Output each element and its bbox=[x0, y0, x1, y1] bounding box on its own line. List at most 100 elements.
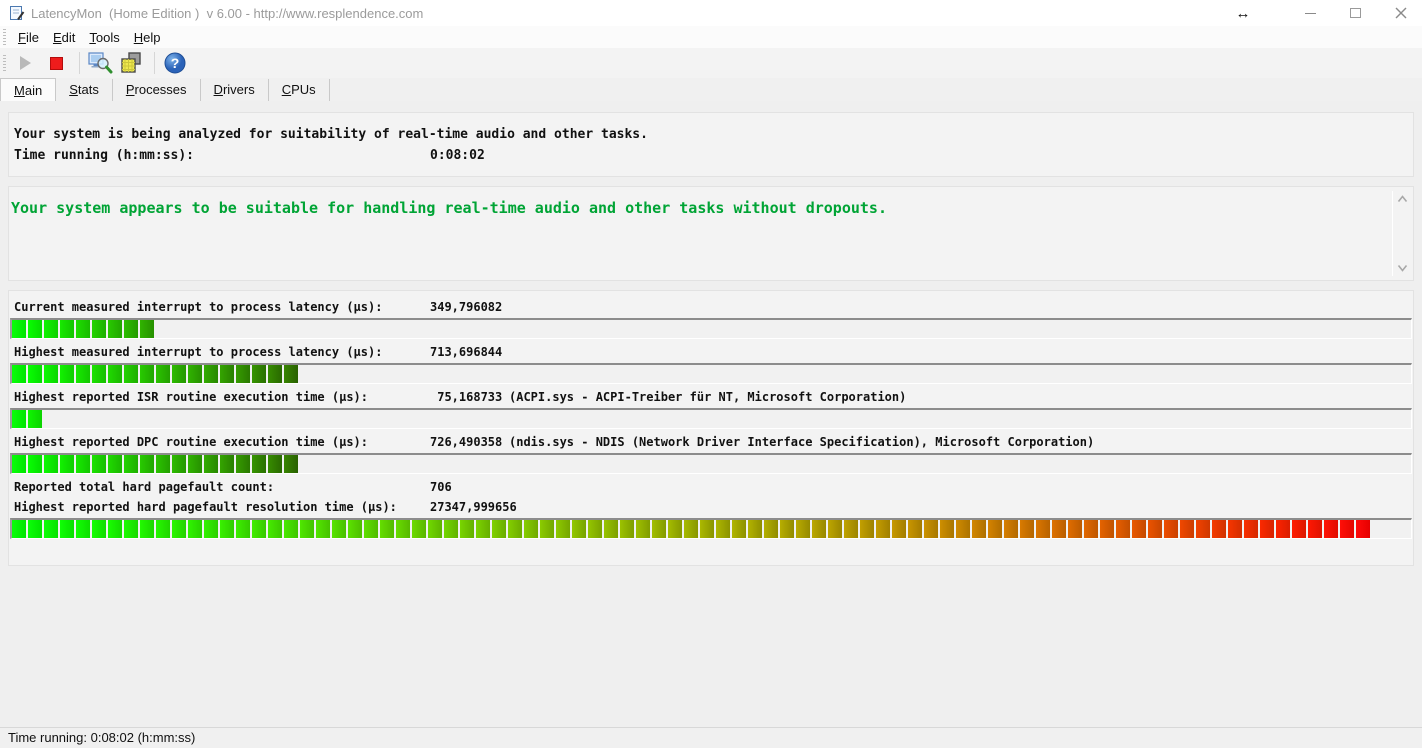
stop-icon bbox=[49, 56, 63, 70]
menu-item-tools[interactable]: Tools bbox=[82, 28, 126, 47]
bar-segment bbox=[28, 410, 42, 428]
bar-segment bbox=[636, 520, 650, 538]
bar-segment bbox=[12, 520, 26, 538]
bar-segment bbox=[972, 520, 986, 538]
bar-segment bbox=[668, 520, 682, 538]
bar-segment bbox=[364, 520, 378, 538]
bar-segment bbox=[332, 520, 346, 538]
bar-segment bbox=[1132, 520, 1146, 538]
bar-segment bbox=[556, 520, 570, 538]
tab-drivers[interactable]: Drivers bbox=[201, 79, 269, 101]
maximize-button[interactable] bbox=[1338, 0, 1372, 26]
bar-segment bbox=[284, 455, 298, 473]
tab-cpus[interactable]: CPUs bbox=[269, 79, 330, 101]
tab-main[interactable]: Main bbox=[0, 78, 57, 101]
bar-segment bbox=[60, 520, 74, 538]
bar-segment bbox=[172, 455, 186, 473]
bar-segment bbox=[44, 320, 58, 338]
bar-segment bbox=[92, 365, 106, 383]
bar-segment bbox=[28, 520, 42, 538]
bar-segment bbox=[108, 365, 122, 383]
bar-segment bbox=[60, 320, 74, 338]
bar-segment bbox=[1340, 520, 1354, 538]
bar-segment bbox=[380, 520, 394, 538]
bar-segment bbox=[348, 520, 362, 538]
scroll-up-icon[interactable] bbox=[1397, 195, 1408, 203]
bar-segment bbox=[12, 455, 26, 473]
minimize-button[interactable] bbox=[1293, 0, 1327, 26]
bar-segment bbox=[396, 520, 410, 538]
bar-segment bbox=[316, 520, 330, 538]
help-button[interactable]: ? bbox=[161, 50, 189, 76]
latency-bar bbox=[10, 408, 1412, 429]
metric-row: Current measured interrupt to process la… bbox=[9, 300, 1413, 339]
bar-segment bbox=[812, 520, 826, 538]
app-icon bbox=[10, 6, 25, 21]
bar-segment bbox=[444, 520, 458, 538]
menu-item-edit[interactable]: Edit bbox=[46, 28, 82, 47]
bar-segment bbox=[60, 365, 74, 383]
close-button[interactable] bbox=[1384, 0, 1418, 26]
maximize-icon bbox=[1349, 8, 1361, 18]
menu-item-file[interactable]: File bbox=[11, 28, 46, 47]
bar-segment bbox=[140, 320, 154, 338]
bar-segment bbox=[732, 520, 746, 538]
bar-segment bbox=[1036, 520, 1050, 538]
statusbar: Time running: 0:08:02 (h:mm:ss) bbox=[0, 727, 1422, 748]
bar-segment bbox=[76, 365, 90, 383]
tab-processes[interactable]: Processes bbox=[113, 79, 201, 101]
suitability-report-panel: Your system appears to be suitable for h… bbox=[8, 186, 1414, 281]
copy-report-button[interactable] bbox=[117, 50, 145, 76]
resize-handle-icon[interactable]: ↔ bbox=[1226, 0, 1260, 26]
bar-segment bbox=[1356, 520, 1370, 538]
bar-segment bbox=[140, 520, 154, 538]
tabstrip: Main Stats Processes Drivers CPUs bbox=[0, 78, 1422, 101]
latencymon-window: LatencyMon (Home Edition ) v 6.00 - http… bbox=[0, 0, 1422, 748]
bar-segment bbox=[460, 520, 474, 538]
bar-segment bbox=[1052, 520, 1066, 538]
metrics-panel: Current measured interrupt to process la… bbox=[8, 290, 1414, 566]
bar-segment bbox=[1180, 520, 1194, 538]
latency-bar bbox=[10, 518, 1412, 539]
metric-label: Highest reported ISR routine execution t… bbox=[14, 390, 369, 404]
bar-segment bbox=[172, 365, 186, 383]
bar-segment bbox=[1100, 520, 1114, 538]
bar-segment bbox=[60, 455, 74, 473]
bar-segment bbox=[44, 455, 58, 473]
bar-segment bbox=[236, 520, 250, 538]
scroll-down-icon[interactable] bbox=[1397, 264, 1408, 272]
bar-segment bbox=[76, 520, 90, 538]
bar-segment bbox=[1004, 520, 1018, 538]
latency-bar bbox=[10, 363, 1412, 384]
bar-segment bbox=[284, 520, 298, 538]
bar-segment bbox=[1308, 520, 1322, 538]
computer-magnifier-icon bbox=[88, 52, 113, 74]
bar-segment bbox=[1196, 520, 1210, 538]
bar-segment bbox=[492, 520, 506, 538]
bar-segment bbox=[300, 520, 314, 538]
bar-segment bbox=[252, 365, 266, 383]
bar-segment bbox=[428, 520, 442, 538]
start-monitor-button[interactable] bbox=[11, 50, 39, 76]
bar-segment bbox=[652, 520, 666, 538]
svg-text:?: ? bbox=[171, 55, 180, 71]
bar-segment bbox=[924, 520, 938, 538]
bar-segment bbox=[92, 455, 106, 473]
bar-segment bbox=[828, 520, 842, 538]
bar-segment bbox=[620, 520, 634, 538]
bar-segment bbox=[588, 520, 602, 538]
analyze-button[interactable] bbox=[86, 50, 114, 76]
bar-segment bbox=[844, 520, 858, 538]
report-scrollbar[interactable] bbox=[1392, 191, 1410, 276]
tab-stats[interactable]: Stats bbox=[56, 79, 113, 101]
bar-segment bbox=[44, 365, 58, 383]
menu-item-help[interactable]: Help bbox=[127, 28, 168, 47]
bar-segment bbox=[236, 455, 250, 473]
bar-segment bbox=[1020, 520, 1034, 538]
metric-text-line: Highest reported hard pagefault resoluti… bbox=[14, 500, 1413, 514]
stop-monitor-button[interactable] bbox=[42, 50, 70, 76]
bar-segment bbox=[12, 320, 26, 338]
question-mark-icon: ? bbox=[164, 52, 186, 74]
bar-segment bbox=[108, 455, 122, 473]
play-icon bbox=[19, 56, 31, 70]
